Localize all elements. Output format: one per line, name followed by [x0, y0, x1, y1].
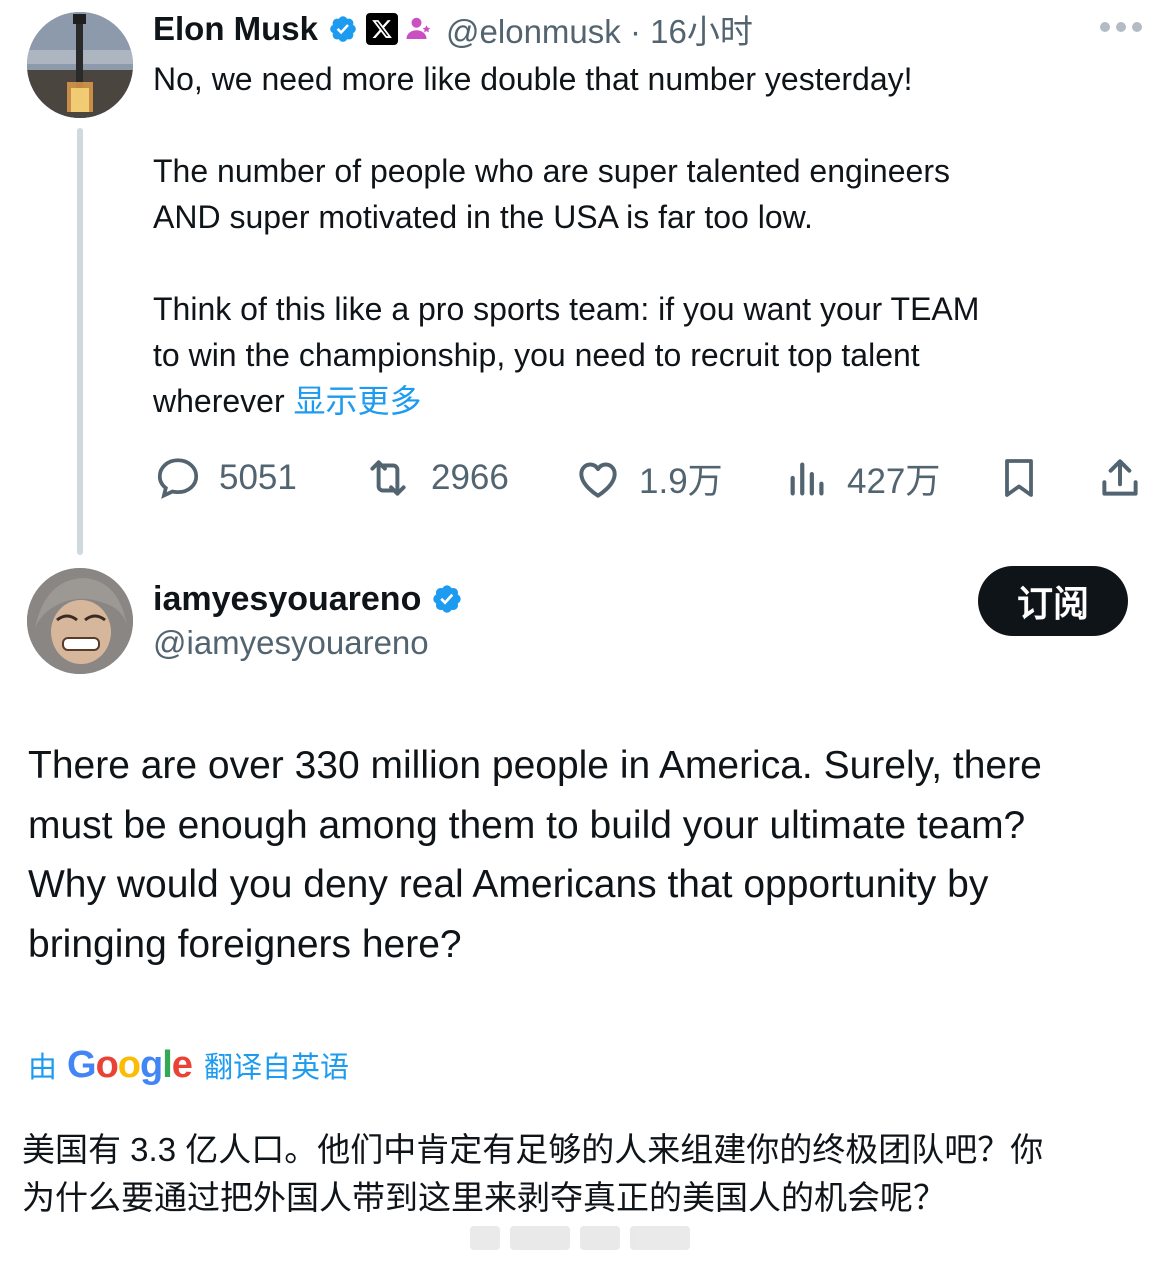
share-button[interactable] [1095, 450, 1145, 506]
thread-connector-line [77, 128, 83, 555]
reply-icon [157, 458, 199, 499]
subscribe-button[interactable]: 订阅 [978, 566, 1128, 636]
verified-badge-icon [431, 583, 463, 615]
avatar-elon-musk[interactable] [27, 12, 133, 118]
parent-tweet[interactable]: Elon Musk @elonmusk · 16小时 No, we need m… [0, 0, 1171, 560]
watermark [470, 1226, 700, 1256]
tweet-actions-bar: 5051 2966 1.9万 427万 [153, 450, 1153, 506]
reply-tweet-text: There are over 330 million people in Ame… [28, 736, 1158, 974]
repost-button[interactable]: 2966 [361, 450, 509, 506]
like-icon [579, 462, 617, 498]
views-button[interactable]: 427万 [785, 450, 940, 506]
tweet-time[interactable]: 16小时 [650, 13, 753, 50]
reply-author-header: iamyesyouareno [153, 578, 463, 620]
time-separator: · [629, 13, 641, 50]
views-count: 427万 [847, 461, 941, 501]
tweet-line: The number of people who are super talen… [153, 153, 950, 189]
x-logo-icon [366, 13, 399, 45]
share-icon [1102, 459, 1138, 496]
views-icon [790, 462, 824, 496]
tweet-line: wherever 显示更多 [153, 383, 422, 419]
like-count: 1.9万 [639, 461, 723, 501]
tweet-line: Why would you deny real Americans that o… [28, 863, 989, 906]
tweet-line: must be enough among them to build your … [28, 803, 1026, 847]
bookmark-button[interactable] [995, 450, 1043, 506]
avatar-iamyesyouareno[interactable] [27, 568, 133, 674]
show-more-link[interactable]: 显示更多 [294, 383, 422, 419]
repost-count: 2966 [431, 458, 509, 497]
like-button[interactable]: 1.9万 [573, 450, 723, 506]
tweet-line: AND super motivated in the USA is far to… [153, 199, 813, 235]
affiliate-person-icon [404, 14, 434, 44]
parent-tweet-text: No, we need more like double that number… [153, 56, 1143, 424]
tweet-line: No, we need more like double that number… [153, 61, 913, 97]
translated-from-label: 翻译自英语 [203, 1052, 349, 1084]
translated-by-label: 由 [28, 1052, 58, 1084]
parent-tweet-header: Elon Musk @elonmusk · 16小时 [153, 8, 753, 50]
translated-line: 为什么要通过把外国人带到这里来剥夺真正的美国人的机会呢？ [22, 1179, 946, 1216]
more-icon[interactable] [1100, 22, 1142, 32]
translated-text: 美国有 3.3 亿人口。他们中肯定有足够的人来组建你的终极团队吧？你 为什么要通… [22, 1126, 1152, 1222]
tweet-line: bringing foreigners here? [28, 922, 462, 966]
reply-count: 5051 [219, 458, 297, 497]
translated-line: 美国有 3.3 亿人口。他们中肯定有足够的人来组建你的终极团队吧？你 [22, 1131, 1044, 1168]
reply-author-handle[interactable]: @iamyesyouareno [153, 624, 429, 662]
author-handle[interactable]: @elonmusk · 16小时 [446, 5, 753, 53]
tweet-line: to win the championship, you need to rec… [153, 337, 920, 373]
tweet-line: There are over 330 million people in Ame… [28, 744, 1042, 787]
repost-icon [370, 460, 406, 496]
reply-button[interactable]: 5051 [153, 450, 297, 506]
google-logo: Google [67, 1043, 193, 1086]
author-name[interactable]: Elon Musk [153, 10, 318, 48]
bookmark-icon [1005, 459, 1033, 497]
reply-author-name[interactable]: iamyesyouareno [153, 580, 421, 619]
verified-badge-icon [328, 14, 358, 44]
tweet-line: Think of this like a pro sports team: if… [153, 291, 980, 327]
translation-attribution[interactable]: 由 Google 翻译自英语 [28, 1040, 349, 1090]
